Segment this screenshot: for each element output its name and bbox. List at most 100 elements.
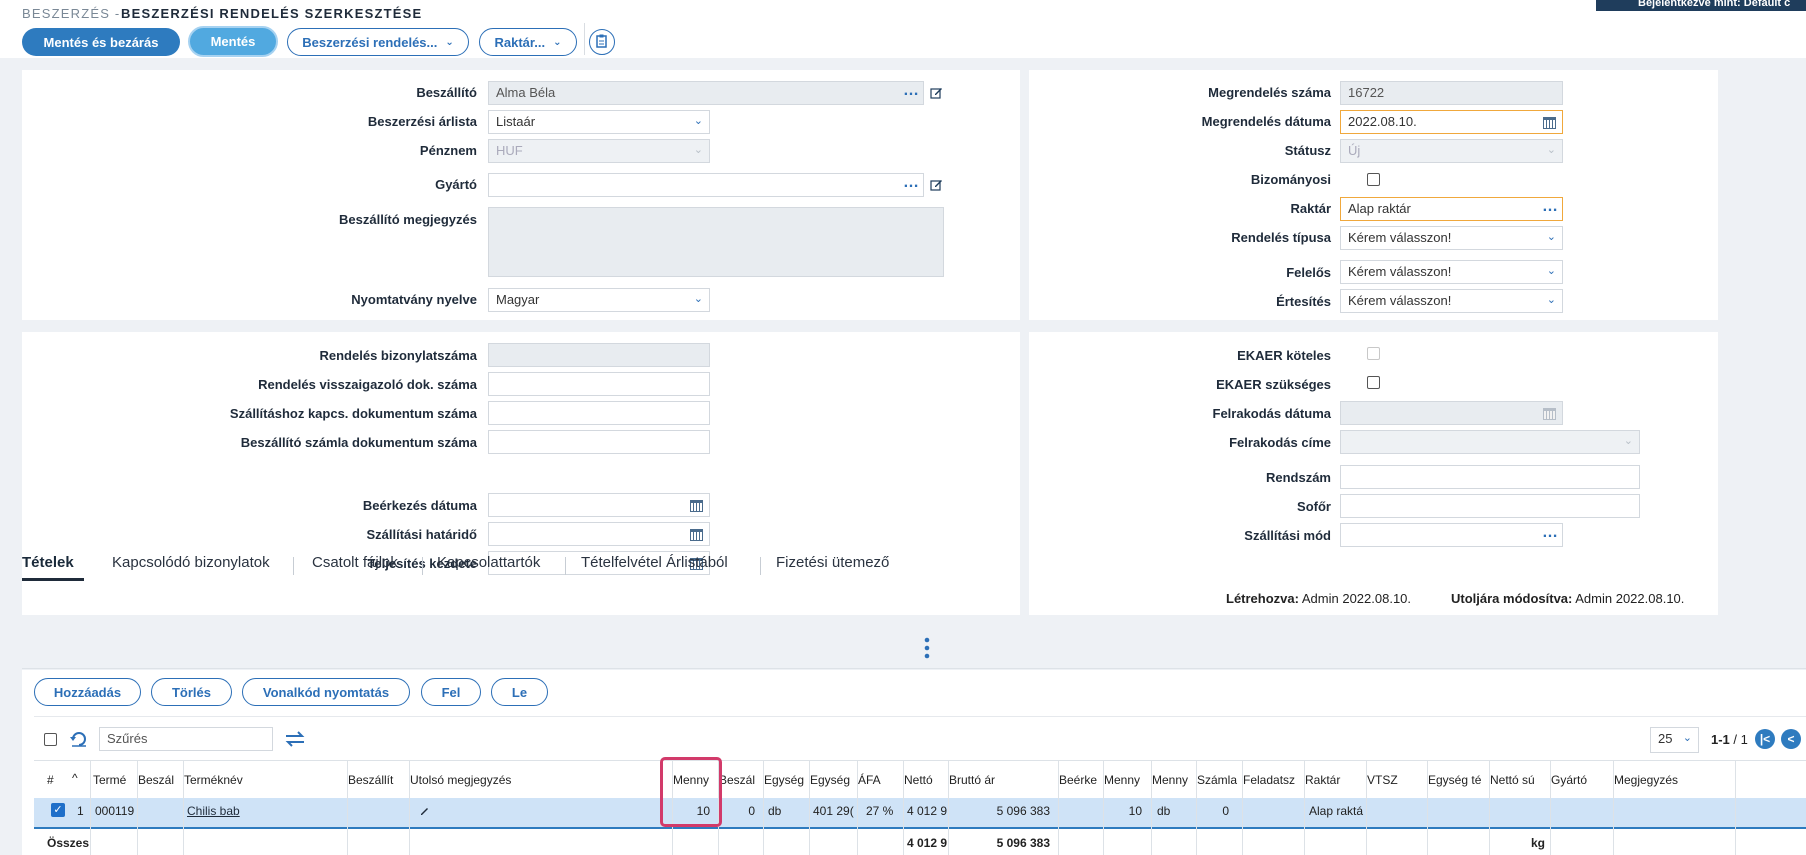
edit-note-icon[interactable] <box>419 805 430 816</box>
column-header[interactable]: Számla <box>1197 773 1240 791</box>
edit-icon[interactable] <box>930 178 943 191</box>
column-header[interactable]: Egység <box>810 773 855 791</box>
column-header[interactable]: Menny <box>1152 773 1194 791</box>
column-header[interactable]: Beszállít <box>348 773 407 791</box>
plate-number-input[interactable] <box>1340 465 1640 489</box>
order-doc-number-input[interactable] <box>488 343 710 367</box>
shipping-mode-input[interactable]: … <box>1340 523 1563 547</box>
row-checkbox-checked[interactable]: ✓ <box>51 803 65 817</box>
more-dots-icon[interactable]: … <box>1542 198 1558 216</box>
add-button[interactable]: Hozzáadás <box>34 678 141 706</box>
loading-address-select[interactable]: ⌄ <box>1340 430 1640 454</box>
total-gross: 5 096 383 <box>996 836 1050 850</box>
select-all-checkbox[interactable] <box>44 733 57 746</box>
warehouse-menu-button[interactable]: Raktár... ⌄ <box>479 28 577 56</box>
column-header[interactable]: Terméknév <box>184 773 345 791</box>
edit-icon[interactable] <box>930 86 943 99</box>
loading-date-input[interactable] <box>1340 401 1563 425</box>
column-header[interactable]: Raktár <box>1305 773 1364 791</box>
calendar-icon[interactable] <box>1543 408 1556 420</box>
chevron-down-icon: ⌄ <box>1546 265 1556 277</box>
swap-icon[interactable] <box>284 730 306 748</box>
calendar-icon[interactable] <box>690 500 703 512</box>
pricelist-select[interactable]: Listaár ⌄ <box>488 110 710 134</box>
barcode-print-button[interactable]: Vonalkód nyomtatás <box>242 678 410 706</box>
column-header[interactable]: Egység <box>764 773 807 791</box>
shipping-doc-input[interactable] <box>488 401 710 425</box>
column-header[interactable]: # <box>47 773 88 791</box>
column-header[interactable]: Nettó sú <box>1490 773 1548 791</box>
supplier-input[interactable]: Alma Béla… <box>488 81 924 105</box>
tab-attached-files[interactable]: Csatolt fájlok <box>312 554 398 571</box>
column-header[interactable]: Beérke <box>1059 773 1101 791</box>
column-header[interactable]: Utolsó megjegyzés <box>410 773 670 791</box>
supplier-invoice-input[interactable] <box>488 430 710 454</box>
consignment-checkbox[interactable] <box>1367 173 1380 186</box>
sort-icon[interactable]: ^ <box>72 771 78 789</box>
supplier-note-textarea[interactable] <box>488 207 944 277</box>
tab-related-documents[interactable]: Kapcsolódó bizonylatok <box>112 554 270 571</box>
tab-add-from-pricelist[interactable]: Tételfelvétel Árlistából <box>581 554 728 571</box>
notification-select[interactable]: Kérem válasszon! ⌄ <box>1340 289 1563 313</box>
page-size-select[interactable]: 25 ⌄ <box>1650 727 1699 753</box>
column-header[interactable]: Beszál <box>719 773 761 791</box>
vertical-dots-icon[interactable] <box>922 636 932 660</box>
breadcrumb[interactable]: BESZERZÉS - <box>22 6 120 21</box>
column-header[interactable]: Feladatsz <box>1243 773 1302 791</box>
column-header[interactable]: Egység té <box>1428 773 1487 791</box>
save-and-close-button[interactable]: Mentés és bezárás <box>22 28 180 56</box>
pricelist-value: Listaár <box>496 114 536 129</box>
column-header[interactable]: Menny <box>1104 773 1149 791</box>
previous-page-icon[interactable]: < <box>1781 729 1801 749</box>
confirmation-doc-input[interactable] <box>488 372 710 396</box>
cell-product-name-link[interactable]: Chilis bab <box>187 804 240 818</box>
responsible-select[interactable]: Kérem válasszon! ⌄ <box>1340 260 1563 284</box>
calendar-icon[interactable] <box>1543 117 1556 129</box>
calendar-icon[interactable] <box>690 529 703 541</box>
currency-select[interactable]: HUF ⌄ <box>488 139 710 163</box>
column-header[interactable]: Megjegyzés <box>1614 773 1733 791</box>
clipboard-button[interactable] <box>589 29 615 55</box>
column-header[interactable]: Nettó <box>904 773 946 791</box>
more-dots-icon[interactable]: … <box>903 82 919 100</box>
arrival-date-input[interactable] <box>488 493 710 517</box>
more-dots-icon[interactable]: … <box>1542 524 1558 542</box>
warehouse-input[interactable]: Alap raktár… <box>1340 197 1563 221</box>
purchase-order-menu-button[interactable]: Beszerzési rendelés... ⌄ <box>287 28 469 56</box>
column-header[interactable]: Beszál <box>138 773 181 791</box>
column-header[interactable]: ÁFA <box>858 773 901 791</box>
ekaer-required-checkbox[interactable] <box>1367 347 1380 360</box>
column-divider <box>183 761 184 855</box>
print-language-select[interactable]: Magyar ⌄ <box>488 288 710 312</box>
currency-label: Pénznem <box>419 143 477 158</box>
column-header[interactable]: VTSZ <box>1367 773 1425 791</box>
page-size-value: 25 <box>1658 731 1673 746</box>
tab-contacts[interactable]: Kapcsolattartók <box>437 554 540 571</box>
refresh-icon[interactable] <box>69 729 89 749</box>
cell-supplier-qty: 0 <box>748 804 755 818</box>
column-header[interactable]: Termé <box>93 773 135 791</box>
shipping-deadline-input[interactable] <box>488 522 710 546</box>
move-down-button[interactable]: Le <box>491 678 548 706</box>
order-number-input[interactable]: 16722 <box>1340 81 1563 105</box>
tab-items[interactable]: Tételek <box>22 554 74 571</box>
ekaer-needed-checkbox[interactable] <box>1367 376 1380 389</box>
manufacturer-input[interactable]: … <box>488 173 924 197</box>
more-dots-icon[interactable]: … <box>903 174 919 192</box>
order-date-input[interactable]: 2022.08.10. <box>1340 110 1563 134</box>
order-type-select[interactable]: Kérem válasszon! ⌄ <box>1340 226 1563 250</box>
column-header[interactable]: Gyártó <box>1551 773 1611 791</box>
currency-value: HUF <box>496 143 523 158</box>
move-up-button[interactable]: Fel <box>421 678 481 706</box>
driver-input[interactable] <box>1340 494 1640 518</box>
delete-button[interactable]: Törlés <box>151 678 232 706</box>
status-select[interactable]: Új ⌄ <box>1340 139 1563 163</box>
save-button[interactable]: Mentés <box>188 26 278 57</box>
filter-input[interactable]: Szűrés <box>99 727 273 751</box>
purchase-order-menu-label: Beszerzési rendelés... <box>302 34 438 50</box>
login-info-bar: Bejelentkezve mint: Default c <box>1596 0 1806 11</box>
first-page-icon[interactable]: |< <box>1755 729 1775 749</box>
column-header[interactable]: Bruttó ár <box>949 773 1056 791</box>
quantity-highlight-box <box>660 757 722 827</box>
tab-payment-schedule[interactable]: Fizetési ütemező <box>776 554 889 571</box>
